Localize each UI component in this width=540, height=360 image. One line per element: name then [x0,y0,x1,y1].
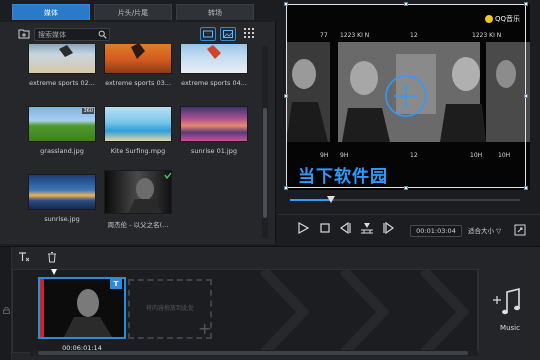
media-thumbnail [104,170,172,214]
music-note-icon [493,287,520,315]
360-badge: 360 [82,108,94,114]
media-panel: 媒体 片头/片尾 转场 搜索媒体 extreme sports 02... ex… [0,0,276,244]
progress-knob[interactable] [327,196,336,203]
media-thumbnail [104,106,172,142]
next-frame-icon[interactable] [382,221,396,235]
media-tabbar: 媒体 片头/片尾 转场 [0,0,276,22]
progress-fill [290,199,332,201]
fit-size-label: 适合大小 [468,227,494,235]
film-label: 1223 KI N [472,32,502,39]
resize-handle[interactable] [404,2,408,6]
video-editor-window: 媒体 片头/片尾 转场 搜索媒体 extreme sports 02... ex… [0,0,540,360]
media-thumbnail [180,44,248,74]
media-item[interactable]: Kite Surfing.mpg [104,106,172,155]
media-thumbnail [180,106,248,142]
search-input[interactable] [38,29,98,40]
prev-frame-icon[interactable] [338,221,352,235]
search-icon[interactable] [98,30,107,39]
timecode-display: 00:01:03:04 [410,225,462,237]
qq-music-logo: QQ音乐 [484,14,520,24]
qq-logo-text: QQ音乐 [494,15,520,23]
film-label: 1223 KI N [340,32,370,39]
media-label: extreme sports 04... [181,79,247,87]
media-label: 周杰伦 - 以父之名(... [107,221,169,229]
resize-handle[interactable] [524,186,528,190]
media-thumbnail [28,174,96,210]
media-label: sunrise.jpg [44,215,80,223]
fit-size-select[interactable]: 适合大小 ▽ [468,225,501,235]
resize-handle[interactable] [284,186,288,190]
grid-view-icon[interactable] [244,28,254,38]
film-label: 9H [340,152,349,159]
media-thumbnail: 360 [28,106,96,142]
playback-progress[interactable] [290,196,520,203]
track-lock-icon[interactable] [3,307,10,314]
timeline-toolbar [0,247,540,267]
add-music-button[interactable]: Music [478,268,540,354]
image-filter-button[interactable] [220,27,236,41]
film-label: 77 [320,32,328,39]
import-folder-icon[interactable] [18,28,30,39]
media-item[interactable]: 周杰伦 - 以父之名(... [104,170,172,229]
chevron-down-icon: ▽ [496,227,502,235]
tab-intro-outro[interactable]: 片头/片尾 [94,4,172,20]
fullscreen-icon[interactable] [514,224,526,236]
media-label: extreme sports 02... [29,79,95,87]
media-toolbar [0,24,276,44]
resize-handle[interactable] [404,186,408,190]
media-scroll-thumb[interactable] [263,108,267,218]
clip-text-badge: T [110,279,122,289]
media-item[interactable]: 360 grassland.jpg [28,106,96,155]
timeline-panel: T 00:06:01:14 将内容拖放到此处 + [0,246,540,360]
drop-hint: 将内容拖放到此处 [146,305,195,312]
media-label: sunrise 01.jpg [191,147,237,155]
resize-handle[interactable] [284,94,288,98]
trash-icon[interactable] [46,251,58,263]
preview-panel: QQ音乐 77 1223 KI N 12 1223 KI N 9H 9H 12 … [278,0,540,244]
play-icon[interactable] [296,221,310,235]
resize-handle[interactable] [524,2,528,6]
tab-transitions[interactable]: 转场 [176,4,254,20]
resize-handle[interactable] [284,2,288,6]
tab-media[interactable]: 媒体 [12,4,90,20]
media-thumbnail [28,44,96,74]
qq-logo-icon [484,15,493,23]
media-item[interactable]: extreme sports 04... [180,44,248,87]
video-filter-icon [203,30,213,38]
playback-controls: 00:01:03:04 适合大小 ▽ [278,214,540,238]
music-label: Music [500,324,520,332]
track-header [0,247,12,360]
video-filter-button[interactable] [200,27,216,41]
media-item[interactable]: sunrise 01.jpg [180,106,248,155]
media-item[interactable]: extreme sports 02... [28,44,96,87]
film-label: 10H [470,152,483,159]
film-label: 12 [410,152,418,159]
overlay-title-text[interactable]: 当下软件园 [298,162,388,187]
media-label: grassland.jpg [40,147,84,155]
media-grid: extreme sports 02... extreme sports 03..… [0,44,262,244]
media-item[interactable]: sunrise.jpg [28,174,96,223]
add-icon[interactable]: + [198,319,211,338]
media-label: Kite Surfing.mpg [110,147,166,155]
media-scrollbar[interactable] [262,46,268,238]
search-box [34,28,110,41]
image-filter-icon [223,30,233,38]
stop-icon[interactable] [318,221,332,235]
media-label: extreme sports 03... [105,79,171,87]
media-item[interactable]: extreme sports 03... [104,44,172,87]
video-preview[interactable]: QQ音乐 77 1223 KI N 12 1223 KI N 9H 9H 12 … [286,4,530,190]
timeline-scroll-thumb[interactable] [38,351,468,355]
media-thumbnail [104,44,172,74]
film-label: 10H [498,152,511,159]
playhead-marker[interactable] [51,269,57,275]
film-label: 9H [320,152,329,159]
text-tool-icon[interactable] [18,251,30,263]
timeline-scrollbar[interactable] [30,350,478,356]
resize-handle[interactable] [524,94,528,98]
film-label: 12 [410,32,418,39]
split-icon[interactable] [360,221,374,235]
